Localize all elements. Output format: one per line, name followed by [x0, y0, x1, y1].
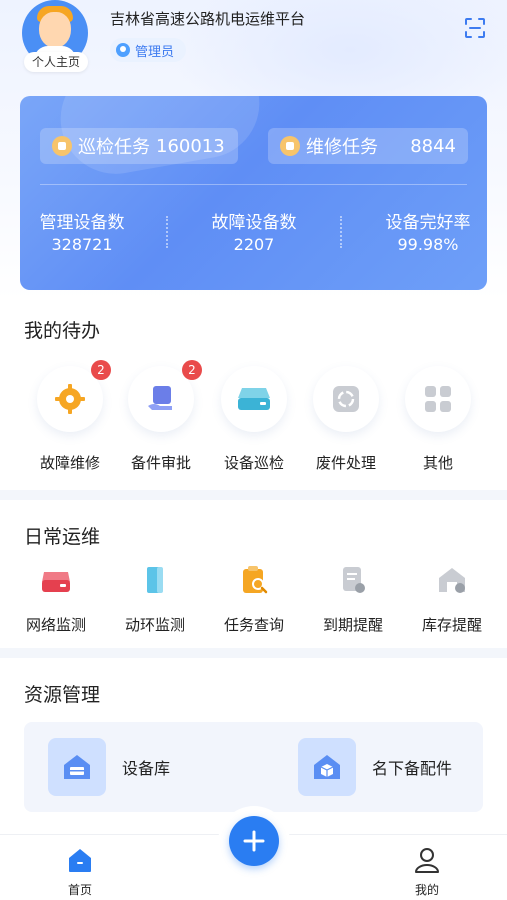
stat-faulty-devices: 故障设备数 2207	[204, 208, 304, 254]
user-icon	[415, 848, 439, 873]
stats-card: 巡检任务 160013 维修任务 8844 管理设备数 328721 故障设备数…	[20, 96, 487, 290]
todo-count-badge: 2	[91, 360, 111, 380]
stats-divider	[40, 184, 467, 185]
todo-label: 故障维修	[39, 454, 100, 472]
warehouse-icon	[64, 755, 90, 779]
repair-task-pill[interactable]: 维修任务 8844	[268, 128, 468, 164]
stat-value: 2207	[233, 235, 275, 254]
resource-card: 设备库 名下备配件	[24, 722, 483, 812]
recycle-icon	[333, 386, 359, 412]
todo-icon-circle	[313, 366, 379, 432]
daily-label: 动环监测	[124, 616, 185, 634]
role-badge: 管理员	[110, 38, 187, 62]
stat-value: 328721	[51, 235, 113, 254]
stat-separator	[340, 216, 342, 248]
nav-label: 我的	[414, 883, 439, 897]
resource-device-library[interactable]: 设备库	[48, 738, 170, 796]
stat-label: 故障设备数	[211, 213, 297, 233]
nav-home[interactable]: 首页	[50, 845, 110, 898]
task-search-icon	[243, 566, 268, 594]
nav-mine[interactable]: 我的	[397, 845, 457, 898]
gear-icon	[55, 384, 85, 414]
todo-count-badge: 2	[182, 360, 202, 380]
resource-tile	[48, 738, 106, 796]
todo-label: 备件审批	[130, 454, 191, 472]
todo-label: 设备巡检	[223, 454, 284, 472]
network-icon	[42, 572, 70, 592]
grid-icon	[425, 386, 451, 412]
fab-container	[218, 806, 290, 878]
resource-tile	[298, 738, 356, 796]
daily-label: 到期提醒	[322, 616, 383, 634]
repair-icon	[280, 136, 300, 156]
resource-my-parts[interactable]: 名下备配件	[298, 738, 452, 796]
platform-title: 吉林省高速公路机电运维平台	[110, 10, 306, 28]
nav-label: 首页	[67, 883, 92, 897]
todo-icon-circle: 2	[37, 360, 111, 432]
todo-icon-circle	[405, 366, 471, 432]
scan-icon[interactable]	[463, 16, 487, 40]
stat-label: 设备完好率	[385, 213, 471, 233]
daily-task-query[interactable]: 任务查询	[209, 564, 299, 635]
inventory-reminder-icon	[439, 568, 465, 593]
daily-environment-monitor[interactable]: 动环监测	[110, 564, 200, 635]
repair-task-label: 维修任务	[306, 137, 378, 158]
section-title: 日常运维	[24, 526, 101, 548]
todo-other[interactable]: 其他	[393, 366, 483, 473]
avatar-face	[39, 12, 71, 48]
plus-icon	[243, 830, 265, 852]
app-page: 个人主页 吉林省高速公路机电运维平台 管理员 巡检任务 160013 维修任务 …	[0, 0, 507, 900]
stat-label: 管理设备数	[39, 213, 125, 233]
stat-value: 99.98%	[397, 235, 459, 254]
approval-icon	[148, 386, 172, 410]
todo-waste-disposal[interactable]: 废件处理	[301, 366, 391, 473]
todo-section: 我的待办 2 故障维修 2 备件审批 设备巡检 废件处理 其他	[0, 300, 507, 490]
todo-device-inspection[interactable]: 设备巡检	[209, 366, 299, 473]
section-title: 我的待办	[24, 320, 101, 342]
daily-label: 网络监测	[25, 616, 86, 634]
role-label: 管理员	[135, 44, 175, 60]
environment-icon	[147, 567, 163, 593]
todo-icon-circle: 2	[128, 360, 202, 432]
device-icon	[238, 388, 270, 410]
resource-label: 名下备配件	[372, 759, 453, 778]
todo-label: 废件处理	[315, 454, 376, 472]
profile-link[interactable]: 个人主页	[24, 52, 88, 72]
todo-fault-repair[interactable]: 2 故障维修	[25, 360, 115, 473]
stat-separator	[166, 216, 168, 248]
repair-task-count: 8844	[410, 135, 456, 157]
todo-parts-approval[interactable]: 2 备件审批	[116, 360, 206, 473]
daily-label: 任务查询	[223, 616, 284, 634]
daily-expiry-reminder[interactable]: 到期提醒	[308, 564, 398, 635]
stat-managed-devices: 管理设备数 328721	[34, 208, 130, 254]
daily-inventory-reminder[interactable]: 库存提醒	[407, 564, 497, 635]
parts-box-icon	[314, 755, 340, 779]
patrol-icon	[52, 136, 72, 156]
expiry-reminder-icon	[343, 567, 365, 593]
add-button[interactable]	[229, 816, 279, 866]
patrol-task-label: 巡检任务	[78, 137, 150, 158]
section-title: 资源管理	[24, 684, 101, 706]
user-icon	[116, 43, 130, 57]
home-icon	[69, 849, 91, 872]
stat-device-health-rate: 设备完好率 99.98%	[378, 208, 478, 254]
todo-icon-circle	[221, 366, 287, 432]
todo-label: 其他	[422, 454, 453, 472]
patrol-task-pill[interactable]: 巡检任务 160013	[40, 128, 238, 164]
daily-network-monitor[interactable]: 网络监测	[11, 564, 101, 635]
resource-label: 设备库	[122, 759, 171, 778]
patrol-task-count: 160013	[156, 135, 225, 157]
daily-label: 库存提醒	[421, 616, 482, 634]
daily-ops-section: 日常运维 网络监测 动环监测 任务查询 到期提醒 库存提醒	[0, 500, 507, 648]
